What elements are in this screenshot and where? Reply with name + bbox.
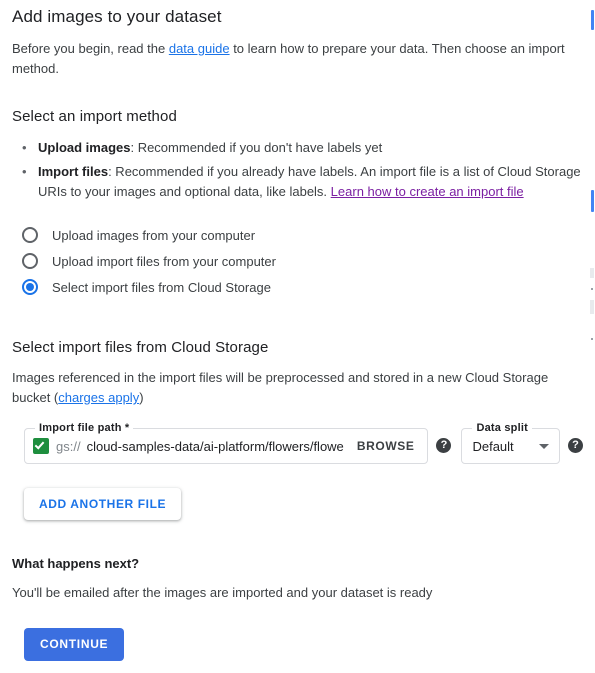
radio-select-import-files-cloud-storage[interactable]: Select import files from Cloud Storage	[12, 274, 583, 300]
gs-prefix: gs://	[56, 438, 81, 454]
chevron-down-icon[interactable]	[539, 443, 549, 449]
intro-text-before: Before you begin, read the	[12, 41, 169, 56]
radio-upload-images-computer[interactable]: Upload images from your computer	[12, 222, 583, 248]
radio-button-icon[interactable]	[22, 227, 38, 243]
radio-upload-import-files-computer[interactable]: Upload import files from your computer	[12, 248, 583, 274]
edge-artifact-faint-2	[590, 300, 594, 314]
add-images-page: Add images to your dataset Before you be…	[0, 0, 595, 673]
import-file-row: Import file path * gs:// cloud-samples-d…	[24, 422, 583, 464]
edge-artifact-bar-top	[591, 10, 594, 30]
bullet-upload-images: Upload images: Recommended if you don't …	[12, 138, 583, 158]
import-file-path-label: Import file path *	[35, 422, 134, 434]
import-file-path-input[interactable]: cloud-samples-data/ai-platform/flowers/f…	[87, 439, 348, 454]
bullet-upload-images-label: Upload images	[38, 140, 131, 155]
data-split-value: Default	[472, 438, 514, 454]
data-split-label: Data split	[472, 422, 532, 434]
import-method-radio-group: Upload images from your computer Upload …	[12, 222, 583, 300]
data-split-select[interactable]: Data split Default	[461, 422, 560, 464]
cs-desc-after: )	[139, 390, 144, 405]
import-file-path-field[interactable]: Import file path * gs:// cloud-samples-d…	[24, 422, 429, 464]
edge-artifact-dot-2	[591, 338, 593, 340]
edge-artifact-faint-1	[590, 268, 594, 278]
radio-label: Upload import files from your computer	[52, 253, 276, 269]
learn-import-file-link[interactable]: Learn how to create an import file	[331, 184, 524, 199]
bullet-import-files-label: Import files	[38, 164, 109, 179]
add-another-file-button[interactable]: ADD ANOTHER FILE	[24, 488, 182, 520]
radio-button-icon[interactable]	[22, 253, 38, 269]
check-icon	[33, 438, 49, 454]
bullet-import-files: Import files: Recommended if you already…	[12, 162, 583, 202]
charges-apply-link[interactable]: charges apply	[58, 390, 139, 405]
data-guide-link[interactable]: data guide	[169, 41, 230, 56]
radio-label: Upload images from your computer	[52, 227, 256, 243]
continue-button[interactable]: CONTINUE	[24, 628, 125, 661]
browse-button[interactable]: BROWSE	[348, 429, 428, 463]
import-method-bullets: Upload images: Recommended if you don't …	[12, 138, 583, 202]
what-happens-next-heading: What happens next?	[12, 556, 140, 571]
edge-artifact-dot-1	[591, 288, 593, 290]
page-title: Add images to your dataset	[12, 7, 222, 26]
cloud-storage-heading: Select import files from Cloud Storage	[12, 339, 269, 356]
radio-label: Select import files from Cloud Storage	[52, 279, 271, 295]
import-method-heading: Select an import method	[12, 108, 177, 125]
edge-artifact-bar-mid	[591, 190, 594, 212]
what-happens-next-text: You'll be emailed after the images are i…	[12, 585, 433, 600]
help-icon-import-file-path[interactable]: ?	[436, 438, 452, 453]
radio-button-selected-icon[interactable]	[22, 279, 38, 295]
help-icon-data-split[interactable]: ?	[568, 438, 583, 453]
cloud-storage-description: Images referenced in the import files wi…	[12, 368, 583, 408]
intro-paragraph: Before you begin, read the data guide to…	[12, 39, 583, 79]
bullet-upload-images-text: : Recommended if you don't have labels y…	[130, 140, 383, 155]
